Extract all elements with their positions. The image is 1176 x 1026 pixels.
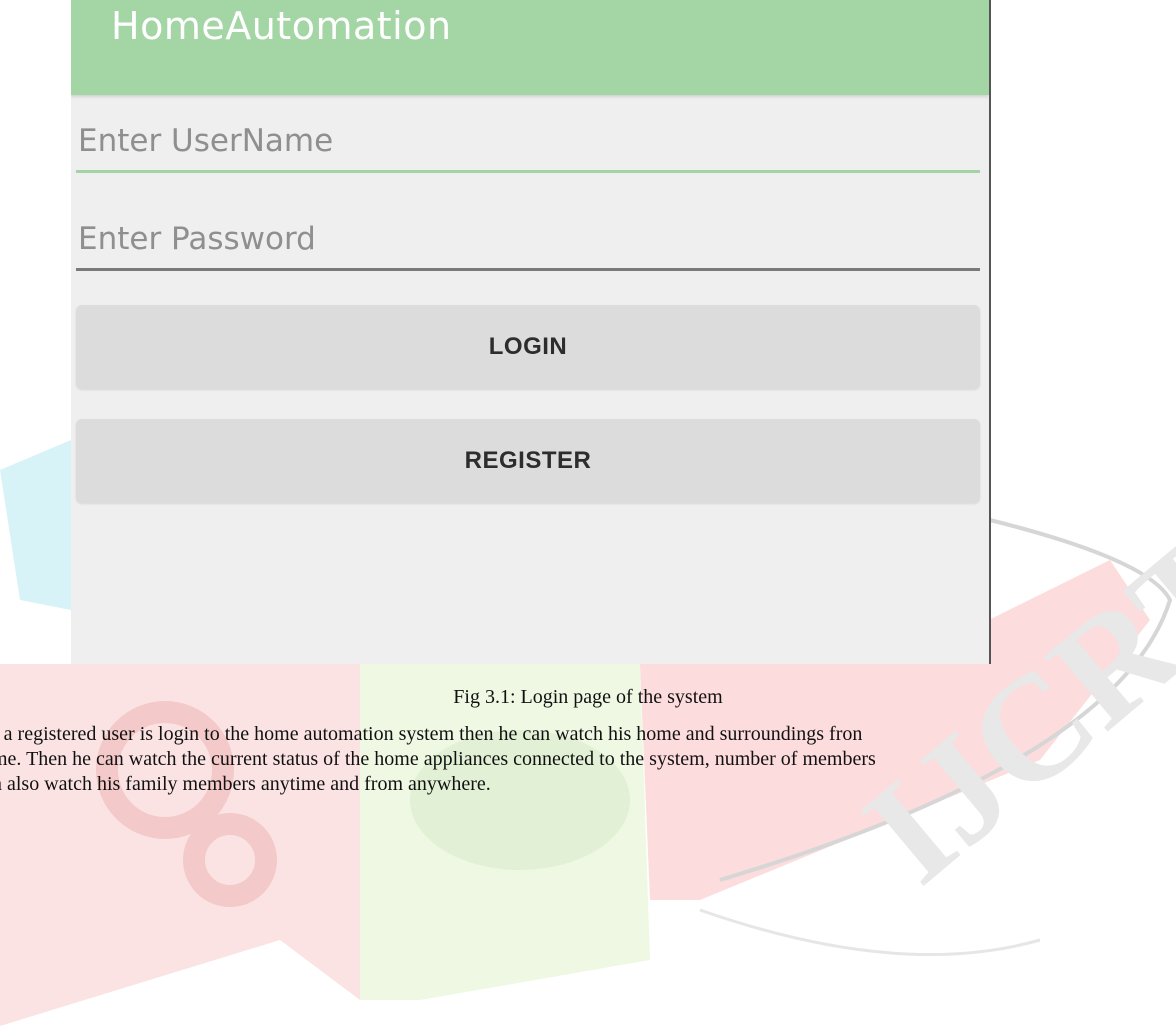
watermark-red-block bbox=[0, 664, 360, 1026]
username-field-container bbox=[76, 113, 980, 173]
paragraph-line: n also watch his family members anytime … bbox=[0, 773, 491, 795]
login-button[interactable]: LOGIN bbox=[76, 305, 980, 389]
password-underline bbox=[76, 268, 980, 271]
app-title: HomeAutomation bbox=[111, 4, 452, 48]
paragraph-line: me. Then he can watch the current status… bbox=[0, 748, 876, 770]
phone-screen: HomeAutomation LOGIN REGISTER bbox=[71, 0, 991, 664]
password-input[interactable] bbox=[76, 211, 980, 267]
body-paragraph: f a registered user is login to the home… bbox=[0, 722, 1176, 797]
username-underline bbox=[76, 170, 980, 173]
watermark-green-block bbox=[360, 664, 650, 1000]
password-field-container bbox=[76, 211, 980, 271]
paragraph-line: f a registered user is login to the home… bbox=[0, 723, 863, 745]
username-input[interactable] bbox=[76, 113, 980, 169]
app-bar: HomeAutomation bbox=[71, 0, 989, 95]
watermark-lower-swoosh bbox=[699, 908, 1041, 957]
figure-caption: Fig 3.1: Login page of the system bbox=[453, 686, 723, 708]
register-button[interactable]: REGISTER bbox=[76, 419, 980, 503]
document-page: IJCRT HomeAutomation LOGIN REGISTER Fig … bbox=[0, 0, 1176, 1026]
watermark-cyan-shape bbox=[0, 440, 71, 610]
